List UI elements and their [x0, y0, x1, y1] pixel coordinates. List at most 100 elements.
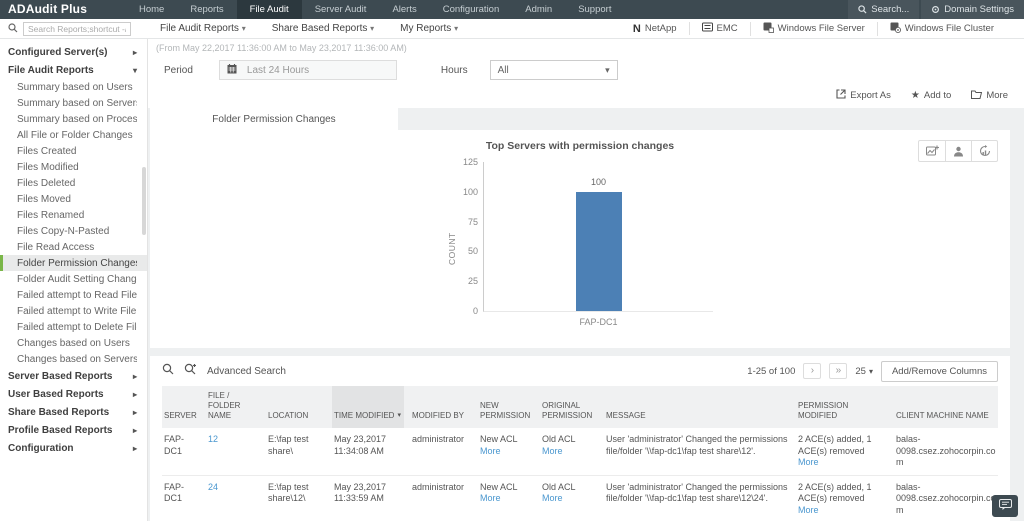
advanced-search-label[interactable]: Advanced Search [207, 366, 286, 377]
nav-item[interactable]: Configuration [430, 0, 513, 19]
more-link[interactable]: More [542, 446, 563, 456]
more-button[interactable]: More [971, 90, 1008, 102]
more-link[interactable]: More [798, 457, 819, 467]
report-search-input[interactable] [23, 21, 131, 36]
chart-bar[interactable] [575, 191, 622, 311]
sidebar-item-label: Summary based on Users [17, 81, 133, 93]
emc-link[interactable]: EMC [688, 22, 750, 35]
sidebar-item[interactable]: Files Deleted [0, 175, 147, 191]
report-menu[interactable]: File Audit Reports ▾ [160, 23, 246, 34]
report-menu[interactable]: My Reports ▾ [400, 23, 458, 34]
sidebar-item[interactable]: Files Created [0, 143, 147, 159]
sidebar-item[interactable]: Configuration ▸ [0, 439, 147, 457]
column-header[interactable]: ORIGINAL PERMISSION [540, 386, 598, 428]
hours-select[interactable]: All ▾ [489, 60, 618, 80]
more-link[interactable]: More [542, 493, 563, 503]
sidebar-item-label: All File or Folder Changes [17, 129, 133, 141]
file-folder-name-link[interactable]: 24 [208, 482, 218, 492]
sidebar-item[interactable]: File Audit Reports ▾ [0, 61, 147, 79]
app-logo: ADAudit Plus [8, 2, 88, 16]
sidebar-item-label: Files Copy-N-Pasted [17, 225, 110, 237]
sidebar-item[interactable]: Summary based on Users [0, 79, 147, 95]
global-search-button[interactable]: Search... [848, 0, 920, 19]
nav-item[interactable]: File Audit [236, 0, 302, 19]
export-as-button[interactable]: Export As [836, 89, 891, 102]
cell-permission-modified: 2 ACE(s) added, 1 ACE(s) removed More [798, 434, 872, 467]
nav-item[interactable]: Server Audit [302, 0, 380, 19]
sidebar-item[interactable]: Failed attempt to Delete File [0, 319, 147, 335]
user-view-icon[interactable] [945, 141, 971, 161]
search-icon[interactable] [162, 362, 174, 380]
tab-folder-permission-changes[interactable]: Folder Permission Changes [150, 108, 398, 130]
sidebar-item[interactable]: Folder Permission Changes [0, 255, 147, 271]
sidebar-item[interactable]: Failed attempt to Read File [0, 287, 147, 303]
sidebar-item[interactable]: Summary based on Process [0, 111, 147, 127]
column-header[interactable]: SERVER [162, 386, 200, 428]
nav-item[interactable]: Home [126, 0, 177, 19]
next-page-icon[interactable]: › [803, 363, 822, 379]
add-to-button[interactable]: ★ Add to [911, 90, 951, 101]
sidebar-item[interactable]: Summary based on Servers [0, 95, 147, 111]
period-picker[interactable]: Last 24 Hours [218, 60, 397, 80]
refresh-chart-icon[interactable] [971, 141, 997, 161]
column-header[interactable]: CLIENT MACHINE NAME [894, 386, 998, 428]
reports-sidebar: Configured Server(s) ▸ File Audit Report… [0, 39, 148, 521]
page-size-select[interactable]: 25 ▾ [855, 366, 873, 377]
sidebar-item[interactable]: Changes based on Servers [0, 351, 147, 367]
sidebar-item[interactable]: Server Based Reports ▸ [0, 367, 147, 385]
sidebar-item-label: Failed attempt to Delete File [17, 321, 137, 333]
sidebar-item[interactable]: Folder Audit Setting Changes(SACL) [0, 271, 147, 287]
column-header[interactable]: FILE / FOLDER NAME [206, 386, 260, 428]
more-link[interactable]: More [480, 493, 501, 503]
windows-file-server-link[interactable]: Windows File Server [749, 21, 877, 36]
column-header[interactable]: NEW PERMISSION [478, 386, 534, 428]
cell-client-machine: balas-0098.csez.zohocorpin.com [896, 481, 996, 515]
sidebar-item[interactable]: Failed attempt to Write File [0, 303, 147, 319]
chart-add-icon[interactable] [919, 141, 945, 161]
advanced-search-icon[interactable] [184, 362, 197, 380]
platform-links: N NetApp EMC Windows File Server Windows… [621, 21, 1024, 36]
nav-item[interactable]: Support [565, 0, 624, 19]
emc-logo-icon [701, 22, 713, 35]
sidebar-item[interactable]: Configured Server(s) ▸ [0, 43, 147, 61]
chevron-down-icon: ▾ [241, 24, 246, 33]
column-header[interactable]: PERMISSION MODIFIED [796, 386, 888, 428]
more-link[interactable]: More [798, 505, 819, 515]
sidebar-item[interactable]: Files Modified [0, 159, 147, 175]
sidebar-item[interactable]: Files Moved [0, 191, 147, 207]
table-row[interactable]: FAP-DC1 24 E:\fap test share\12\ May 23,… [162, 476, 998, 521]
windows-file-server-icon [763, 22, 774, 36]
domain-settings-button[interactable]: Domain Settings [921, 0, 1024, 19]
sidebar-item[interactable]: Files Copy-N-Pasted [0, 223, 147, 239]
report-menu[interactable]: Share Based Reports ▾ [272, 23, 374, 34]
sidebar-item[interactable]: Files Renamed [0, 207, 147, 223]
table-row[interactable]: FAP-DC1 12 E:\fap test share\ May 23,201… [162, 428, 998, 476]
nav-item[interactable]: Alerts [379, 0, 429, 19]
sidebar-item-label: Failed attempt to Read File [17, 289, 137, 301]
column-header-label: MESSAGE [606, 411, 646, 420]
cell-original-permission: Old ACL More [542, 434, 576, 456]
file-folder-name-link[interactable]: 12 [208, 434, 218, 444]
nav-item[interactable]: Admin [512, 0, 565, 19]
column-header[interactable]: LOCATION [266, 386, 326, 428]
sidebar-item[interactable]: User Based Reports ▸ [0, 385, 147, 403]
column-header[interactable]: MESSAGE [604, 386, 790, 428]
windows-file-cluster-link[interactable]: Windows File Cluster [876, 21, 1006, 36]
chat-button[interactable] [992, 495, 1018, 517]
more-link[interactable]: More [480, 446, 501, 456]
sidebar-item[interactable]: Profile Based Reports ▸ [0, 421, 147, 439]
windows-file-cluster-icon [890, 22, 901, 36]
sidebar-item[interactable]: All File or Folder Changes [0, 127, 147, 143]
netapp-link[interactable]: N NetApp [621, 23, 689, 35]
sidebar-item[interactable]: File Read Access [0, 239, 147, 255]
sidebar-item-label: Profile Based Reports [8, 424, 113, 436]
report-date-range: (From May 22,2017 11:36:00 AM to May 23,… [156, 43, 407, 53]
sidebar-item[interactable]: Changes based on Users [0, 335, 147, 351]
add-remove-columns-button[interactable]: Add/Remove Columns [880, 360, 998, 382]
column-header[interactable]: TIME MODIFIED ▾ [332, 386, 404, 428]
sidebar-item[interactable]: Share Based Reports ▸ [0, 403, 147, 421]
column-header[interactable]: MODIFIED BY [410, 386, 472, 428]
nav-item[interactable]: Reports [177, 0, 236, 19]
sidebar-scrollbar[interactable] [142, 167, 146, 235]
last-page-icon[interactable]: » [829, 363, 848, 379]
